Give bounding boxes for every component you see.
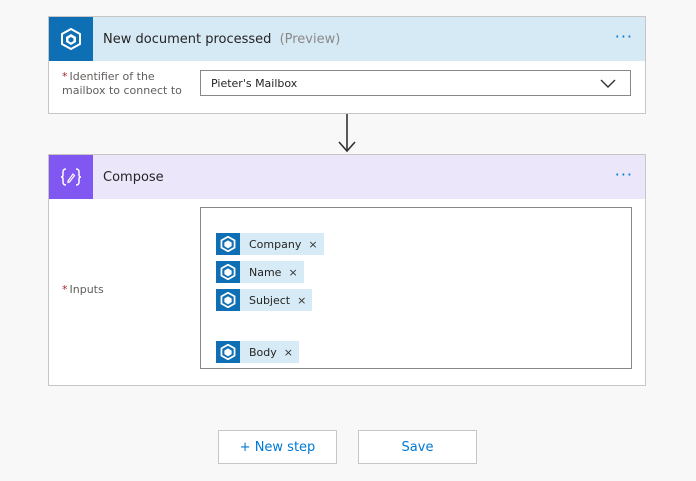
- remove-token-icon[interactable]: ×: [284, 346, 293, 359]
- ai-builder-icon: [216, 261, 240, 283]
- mailbox-label: * Identifier of the mailbox to connect to: [62, 70, 192, 98]
- remove-token-icon[interactable]: ×: [297, 294, 306, 307]
- inputs-row: * Inputs Company × Name × Subject × Body…: [49, 199, 645, 385]
- token-subject[interactable]: Subject ×: [216, 289, 313, 311]
- mailbox-label-text: Identifier of the mailbox to connect to: [62, 70, 182, 97]
- ai-builder-icon: [49, 17, 93, 61]
- required-mark: *: [62, 70, 68, 83]
- ai-builder-icon: [216, 233, 240, 255]
- compose-header[interactable]: Compose ···: [49, 155, 645, 199]
- token-company[interactable]: Company ×: [216, 233, 324, 255]
- token-label: Name: [249, 265, 282, 279]
- token-name[interactable]: Name ×: [216, 261, 304, 283]
- chevron-down-icon: [600, 79, 616, 88]
- mailbox-row: * Identifier of the mailbox to connect to…: [49, 61, 645, 113]
- mailbox-value: Pieter's Mailbox: [211, 76, 298, 90]
- trigger-title-text: New document processed: [103, 31, 272, 47]
- ai-builder-icon: [216, 289, 240, 311]
- inputs-field[interactable]: Company × Name × Subject × Body ×: [200, 207, 632, 369]
- token-label: Body: [249, 345, 277, 359]
- more-options-icon[interactable]: ···: [615, 167, 633, 183]
- more-options-icon[interactable]: ···: [615, 29, 633, 45]
- remove-token-icon[interactable]: ×: [288, 266, 297, 279]
- token-label: Company: [249, 237, 302, 251]
- new-step-button[interactable]: + New step: [218, 430, 337, 464]
- arrow-down-icon: [338, 114, 356, 153]
- compose-title: Compose: [103, 169, 164, 185]
- remove-token-icon[interactable]: ×: [308, 238, 317, 251]
- ai-builder-icon: [216, 341, 240, 363]
- trigger-card: New document processed (Preview) ··· * Id…: [48, 16, 646, 114]
- inputs-label: * Inputs: [62, 283, 104, 297]
- compose-card: Compose ··· * Inputs Company × Name × Su…: [48, 154, 646, 386]
- preview-label: (Preview): [279, 31, 341, 47]
- inputs-label-text: Inputs: [69, 283, 104, 296]
- save-button[interactable]: Save: [358, 430, 477, 464]
- trigger-title: New document processed (Preview): [103, 32, 340, 47]
- compose-icon: [49, 155, 93, 199]
- mailbox-dropdown[interactable]: Pieter's Mailbox: [200, 70, 631, 96]
- token-body[interactable]: Body ×: [216, 341, 299, 363]
- token-label: Subject: [249, 293, 291, 307]
- required-mark: *: [62, 283, 68, 296]
- trigger-header[interactable]: New document processed (Preview) ···: [49, 17, 645, 61]
